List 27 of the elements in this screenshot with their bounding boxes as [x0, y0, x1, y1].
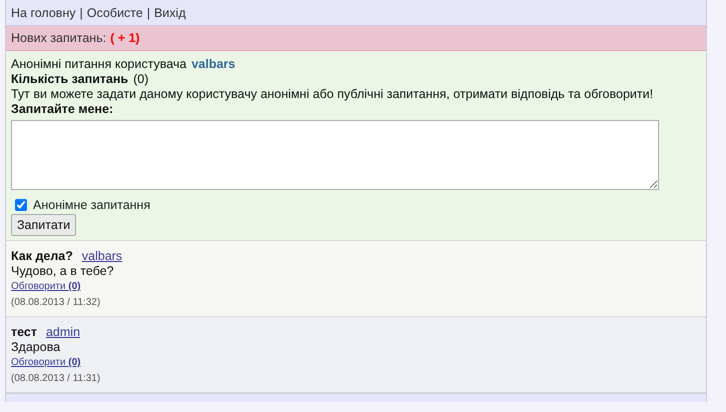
question-count: (0) — [133, 72, 149, 87]
new-count: ( + 1) — [110, 31, 140, 45]
question-text: Как дела? — [11, 249, 73, 264]
question-input[interactable] — [11, 120, 659, 190]
discuss-link[interactable]: Обговорити (0) — [11, 281, 81, 292]
count-label: Кількість запитань — [11, 72, 128, 87]
nav-link[interactable]: На головну — [11, 6, 76, 20]
prompt-label: Запитайте мене: — [11, 102, 114, 117]
nav-link[interactable]: Вихід — [154, 6, 186, 20]
answer-text: Чудово, а в тебе? — [11, 264, 114, 279]
nav-link[interactable]: Особисте — [86, 6, 143, 20]
anonymous-checkbox[interactable] — [15, 199, 27, 211]
author-link[interactable]: valbars — [82, 249, 122, 264]
user-link[interactable]: valbars — [191, 57, 236, 72]
author-link[interactable]: admin — [46, 325, 80, 340]
question-text: тест — [11, 325, 37, 340]
discuss-link[interactable]: Обговорити (0) — [11, 357, 81, 368]
nav-separator: | — [80, 6, 83, 20]
question-date: (08.08.2013 / 11:31) — [11, 373, 100, 384]
question-date: (08.08.2013 / 11:32) — [11, 297, 100, 308]
ask-button[interactable]: Запитати — [11, 214, 76, 236]
notice-label: Нових запитань: — [11, 31, 106, 45]
answer-text: Здарова — [11, 340, 60, 355]
description-text: Тут ви можете задати даному користувачу анонімні або публічні запитання, отримати відповідь та обговорити! — [11, 87, 654, 102]
intro-text: Анонімні питання користувача — [11, 57, 186, 72]
anonymous-label: Анонімне запитання — [33, 198, 150, 212]
nav-separator: | — [146, 6, 150, 20]
